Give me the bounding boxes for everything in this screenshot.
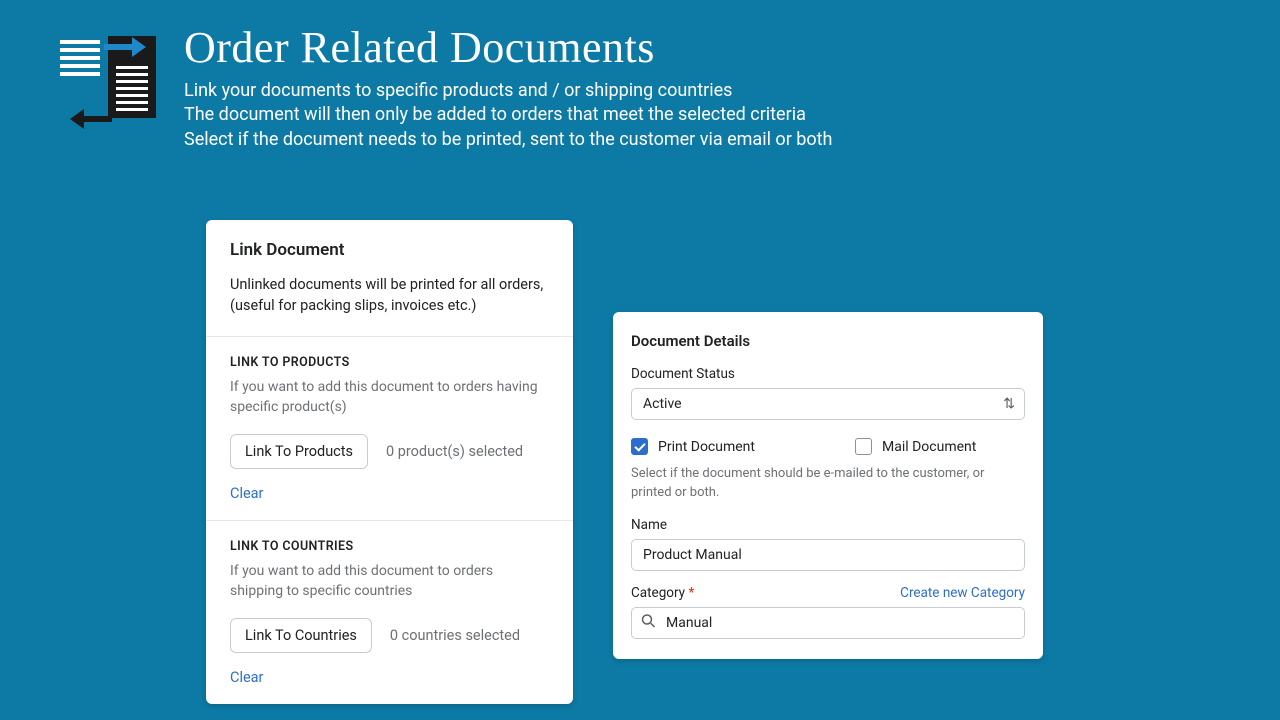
chevron-updown-icon: ⇅ [1003, 397, 1015, 411]
delivery-help-text: Select if the document should be e-maile… [631, 465, 1025, 503]
mail-document-checkbox[interactable] [855, 438, 872, 455]
clear-products-link[interactable]: Clear [230, 485, 263, 502]
category-search-input[interactable] [631, 607, 1025, 639]
link-document-card: Link Document Unlinked documents will be… [206, 220, 573, 704]
clear-countries-link[interactable]: Clear [230, 669, 263, 686]
products-selected-count: 0 product(s) selected [386, 443, 523, 460]
page-subtitle-2: The document will then only be added to … [184, 103, 832, 127]
link-document-title: Link Document [230, 240, 549, 260]
name-input[interactable] [631, 539, 1025, 571]
link-to-products-button[interactable]: Link To Products [230, 434, 368, 469]
link-products-desc: If you want to add this document to orde… [230, 378, 549, 418]
page-subtitle-3: Select if the document needs to be print… [184, 128, 832, 152]
search-icon [641, 613, 656, 632]
name-label: Name [631, 517, 1025, 533]
app-logo-icon [60, 22, 156, 138]
document-details-card: Document Details Document Status Active … [613, 312, 1043, 659]
status-label: Document Status [631, 366, 1025, 382]
print-document-label: Print Document [658, 439, 755, 455]
required-marker: * [688, 585, 694, 601]
page-subtitle-1: Link your documents to specific products… [184, 79, 832, 103]
status-select[interactable]: Active [631, 388, 1025, 420]
link-products-label: LINK TO PRODUCTS [230, 355, 549, 370]
link-countries-label: LINK TO COUNTRIES [230, 539, 549, 554]
page-title: Order Related Documents [184, 22, 832, 73]
document-details-title: Document Details [631, 332, 1025, 350]
link-to-countries-button[interactable]: Link To Countries [230, 618, 372, 653]
mail-document-label: Mail Document [882, 439, 976, 455]
print-document-checkbox[interactable] [631, 438, 648, 455]
create-category-link[interactable]: Create new Category [900, 585, 1025, 601]
link-countries-desc: If you want to add this document to orde… [230, 562, 549, 602]
category-label: Category [631, 585, 685, 601]
link-document-intro: Unlinked documents will be printed for a… [230, 274, 549, 316]
countries-selected-count: 0 countries selected [390, 627, 520, 644]
